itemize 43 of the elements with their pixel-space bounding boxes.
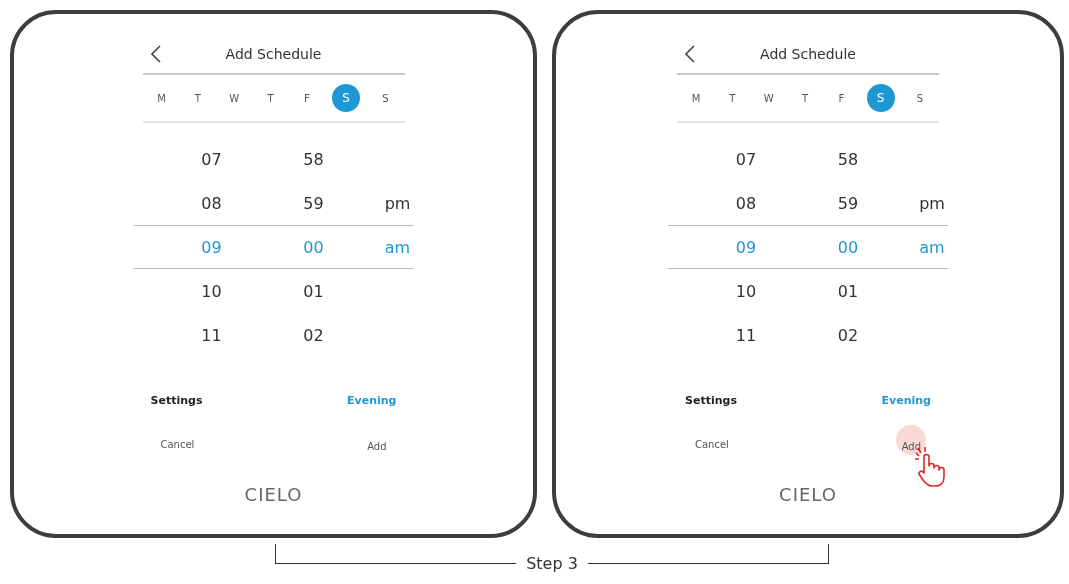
day-toggle[interactable]: T <box>794 84 816 112</box>
minute-value[interactable]: 01 <box>273 281 354 301</box>
cancel-button[interactable]: Cancel <box>691 435 733 454</box>
hour-value[interactable]: 11 <box>706 325 786 345</box>
hour-value[interactable]: 10 <box>706 281 786 301</box>
day-toggle[interactable]: S <box>908 84 931 112</box>
day-toggle[interactable]: T <box>721 84 744 112</box>
hour-value[interactable]: 10 <box>171 281 252 301</box>
hour-value[interactable]: 11 <box>171 325 252 345</box>
settings-label: Settings <box>685 394 737 407</box>
hour-value[interactable]: 07 <box>171 149 252 169</box>
minute-value[interactable]: 01 <box>808 281 888 301</box>
screen-title: Add Schedule <box>759 46 857 62</box>
minute-value[interactable]: 59 <box>808 193 888 213</box>
day-toggle[interactable]: M <box>150 84 173 112</box>
minute-value[interactable]: 58 <box>273 149 354 169</box>
minute-value[interactable]: 02 <box>808 325 888 345</box>
step-caption: Step 3 <box>516 554 588 573</box>
logo: CIELO <box>779 484 837 505</box>
back-icon[interactable] <box>685 45 695 63</box>
day-toggle[interactable]: W <box>757 84 780 112</box>
cancel-button[interactable]: Cancel <box>156 435 199 454</box>
day-toggle[interactable]: W <box>223 84 246 112</box>
period-value[interactable]: pm <box>375 193 420 213</box>
day-toggle[interactable]: F <box>295 84 318 112</box>
day-toggle[interactable]: T <box>186 84 209 112</box>
add-button[interactable]: Add <box>363 439 391 454</box>
screen-title: Add Schedule <box>224 46 323 62</box>
minute-value[interactable]: 02 <box>273 325 354 345</box>
period-value[interactable]: pm <box>910 193 954 213</box>
minute-value[interactable]: 59 <box>273 193 354 213</box>
hour-value[interactable]: 08 <box>706 193 786 213</box>
minute-value[interactable]: 58 <box>808 149 888 169</box>
add-button[interactable]: Add <box>897 439 925 454</box>
day-toggle[interactable]: F <box>830 84 853 112</box>
day-toggle[interactable]: M <box>685 84 707 112</box>
day-toggle[interactable]: S <box>374 84 397 112</box>
settings-label: Settings <box>150 394 203 407</box>
hour-value[interactable]: 08 <box>171 193 252 213</box>
day-toggle[interactable]: T <box>259 84 282 112</box>
back-icon[interactable] <box>150 45 161 63</box>
hour-value[interactable]: 07 <box>706 149 786 169</box>
logo: CIELO <box>244 484 303 505</box>
